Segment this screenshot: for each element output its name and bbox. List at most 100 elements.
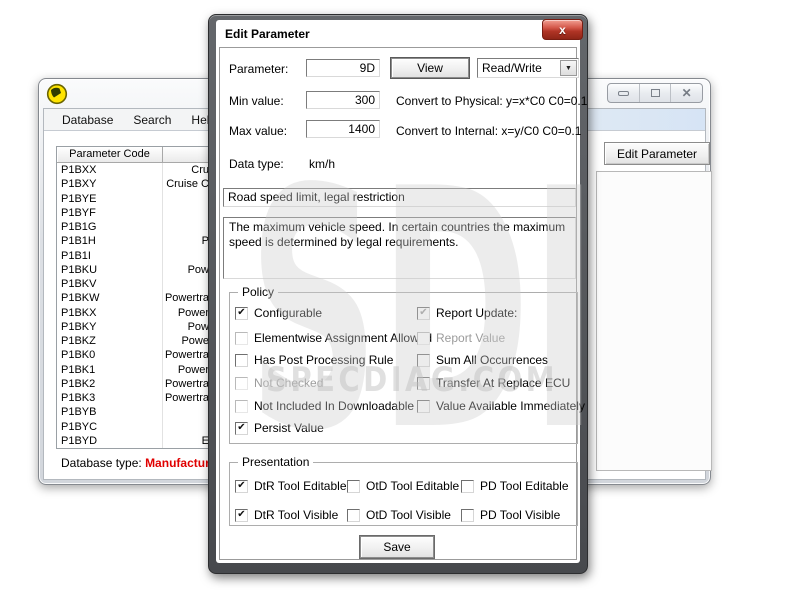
parameter-text-fragment: Cruise C [163,177,209,191]
edit-parameter-dialog: x Edit Parameter Parameter: 9D View Read… [208,14,588,574]
checkbox-label: Sum All Occurrences [436,353,548,367]
parameter-label: Parameter: [229,62,288,76]
unchecked-checkbox-icon[interactable] [235,354,248,367]
convert-physical-text: Convert to Physical: y=x*C0 C0=0.1 [396,94,587,108]
min-value-input[interactable]: 300 [306,91,380,109]
view-button[interactable]: View [391,58,469,78]
access-dropdown-value: Read/Write [482,61,542,75]
parameter-code-cell[interactable]: P1B1G [57,220,163,234]
edit-parameter-button[interactable]: Edit Parameter [604,142,710,165]
maximize-button[interactable] [640,84,672,102]
parameter-code-cell[interactable]: P1BYE [57,192,163,206]
unchecked-checkbox-icon[interactable] [461,509,474,522]
checkbox-otd-tool-editable[interactable]: OtD Tool Editable [347,479,459,493]
parameter-text-fragment: P [163,234,209,248]
min-value-label: Min value: [229,94,284,108]
maximize-icon [651,89,660,97]
checkbox-sum-all-occurrences[interactable]: Sum All Occurrences [417,353,548,367]
dialog-close-button[interactable]: x [542,19,583,40]
checkbox-dtr-tool-editable[interactable]: ✔DtR Tool Editable [235,479,347,493]
parameter-description-textarea[interactable]: The maximum vehicle speed. In certain co… [223,217,576,279]
checkbox-dtr-tool-visible[interactable]: ✔DtR Tool Visible [235,508,338,522]
unchecked-checkbox-icon[interactable] [417,377,430,390]
parameter-code-cell[interactable]: P1BXY [57,177,163,191]
parameter-text-fragment: Powertra [163,377,209,391]
parameter-text-fragment: Power [163,306,209,320]
menu-item-search[interactable]: Search [123,111,181,129]
save-button[interactable]: Save [360,536,434,558]
policy-group-title: Policy [238,285,278,299]
parameter-code-cell[interactable]: P1BYF [57,206,163,220]
parameter-code-cell[interactable]: P1BKV [57,277,163,291]
presentation-groupbox: Presentation ✔DtR Tool EditableOtD Tool … [229,462,578,526]
parameter-code-cell[interactable]: P1BK1 [57,363,163,377]
checkbox-label: Value Available Immediately [436,399,585,413]
checkbox-has-post-processing-rule[interactable]: Has Post Processing Rule [235,353,393,367]
right-side-panel [596,171,712,471]
checkbox-report-update[interactable]: ✔Report Update: [417,306,517,320]
parameter-name-input[interactable]: Road speed limit, legal restriction [223,188,576,207]
access-dropdown[interactable]: Read/Write ▼ [477,58,579,78]
unchecked-checkbox-icon[interactable] [417,354,430,367]
checkbox-transfer-at-replace-ecu[interactable]: Transfer At Replace ECU [417,376,570,390]
unchecked-checkbox-icon[interactable] [461,480,474,493]
checkbox-elementwise-assignment-allowed[interactable]: Elementwise Assignment Allowed [235,331,432,345]
checkbox-report-value[interactable]: Report Value [417,331,505,345]
checkbox-label: OtD Tool Visible [366,508,451,522]
checked-checkbox-icon[interactable]: ✔ [235,422,248,435]
chevron-down-icon: ▼ [565,65,572,72]
parameter-code-cell[interactable]: P1BYB [57,405,163,419]
data-type-label: Data type: [229,157,284,171]
parameter-code-cell[interactable]: P1BKW [57,291,163,305]
minimize-icon [618,91,629,96]
parameter-text-fragment: Powertra [163,391,209,405]
presentation-group-title: Presentation [238,455,313,469]
minimize-button[interactable] [608,84,640,102]
parameter-code-cell[interactable]: P1BYC [57,420,163,434]
max-value-input[interactable]: 1400 [306,120,380,138]
checkbox-label: Has Post Processing Rule [254,353,393,367]
checkbox-otd-tool-visible[interactable]: OtD Tool Visible [347,508,451,522]
dropdown-arrow-button[interactable]: ▼ [560,60,577,76]
parameter-code-cell[interactable]: P1BKU [57,263,163,277]
dialog-content-panel: Parameter: 9D View Read/Write ▼ Min valu… [219,47,577,560]
parameter-code-cell[interactable]: P1BYD [57,434,163,448]
close-button[interactable]: ✕ [671,84,702,102]
max-value-label: Max value: [229,124,287,138]
parameter-code-cell[interactable]: P1B1H [57,234,163,248]
unchecked-checkbox-icon[interactable] [235,332,248,345]
convert-internal-text: Convert to Internal: x=y/C0 C0=0.1 [396,124,581,138]
parameter-code-cell[interactable]: P1BKY [57,320,163,334]
database-type-status: Database type: Manufacture ( [61,456,224,470]
checkbox-persist-value[interactable]: ✔Persist Value [235,421,324,435]
checkbox-value-available-immediately[interactable]: Value Available Immediately [417,399,585,413]
parameter-input[interactable]: 9D [306,59,380,77]
checked-checkbox-icon[interactable]: ✔ [235,480,248,493]
checked-checkbox-icon[interactable]: ✔ [417,307,430,320]
unchecked-checkbox-icon[interactable] [235,377,248,390]
checkbox-not-checked[interactable]: Not Checked [235,376,323,390]
checkbox-not-included-in-downloadable[interactable]: Not Included In Downloadable [235,399,414,413]
checkbox-pd-tool-editable[interactable]: PD Tool Editable [461,479,569,493]
parameter-code-cell[interactable]: P1BK3 [57,391,163,405]
parameter-code-cell[interactable]: P1BXX [57,163,163,177]
unchecked-checkbox-icon[interactable] [347,480,360,493]
parameter-code-cell[interactable]: P1BK0 [57,348,163,362]
unchecked-checkbox-icon[interactable] [417,400,430,413]
dialog-title: Edit Parameter [225,27,310,41]
checkbox-configurable[interactable]: ✔Configurable [235,306,322,320]
column-header-parameter-code[interactable]: Parameter Code [57,147,163,162]
checkbox-pd-tool-visible[interactable]: PD Tool Visible [461,508,560,522]
parameter-code-cell[interactable]: P1BK2 [57,377,163,391]
menu-item-database[interactable]: Database [52,111,123,129]
parameter-code-cell[interactable]: P1B1I [57,249,163,263]
checked-checkbox-icon[interactable]: ✔ [235,307,248,320]
parameter-code-cell[interactable]: P1BKX [57,306,163,320]
policy-groupbox: Policy ✔ConfigurableElementwise Assignme… [229,292,578,444]
parameter-code-cell[interactable]: P1BKZ [57,334,163,348]
checked-checkbox-icon[interactable]: ✔ [235,509,248,522]
unchecked-checkbox-icon[interactable] [235,400,248,413]
unchecked-checkbox-icon[interactable] [417,332,430,345]
unchecked-checkbox-icon[interactable] [347,509,360,522]
checkbox-label: Not Checked [254,376,323,390]
